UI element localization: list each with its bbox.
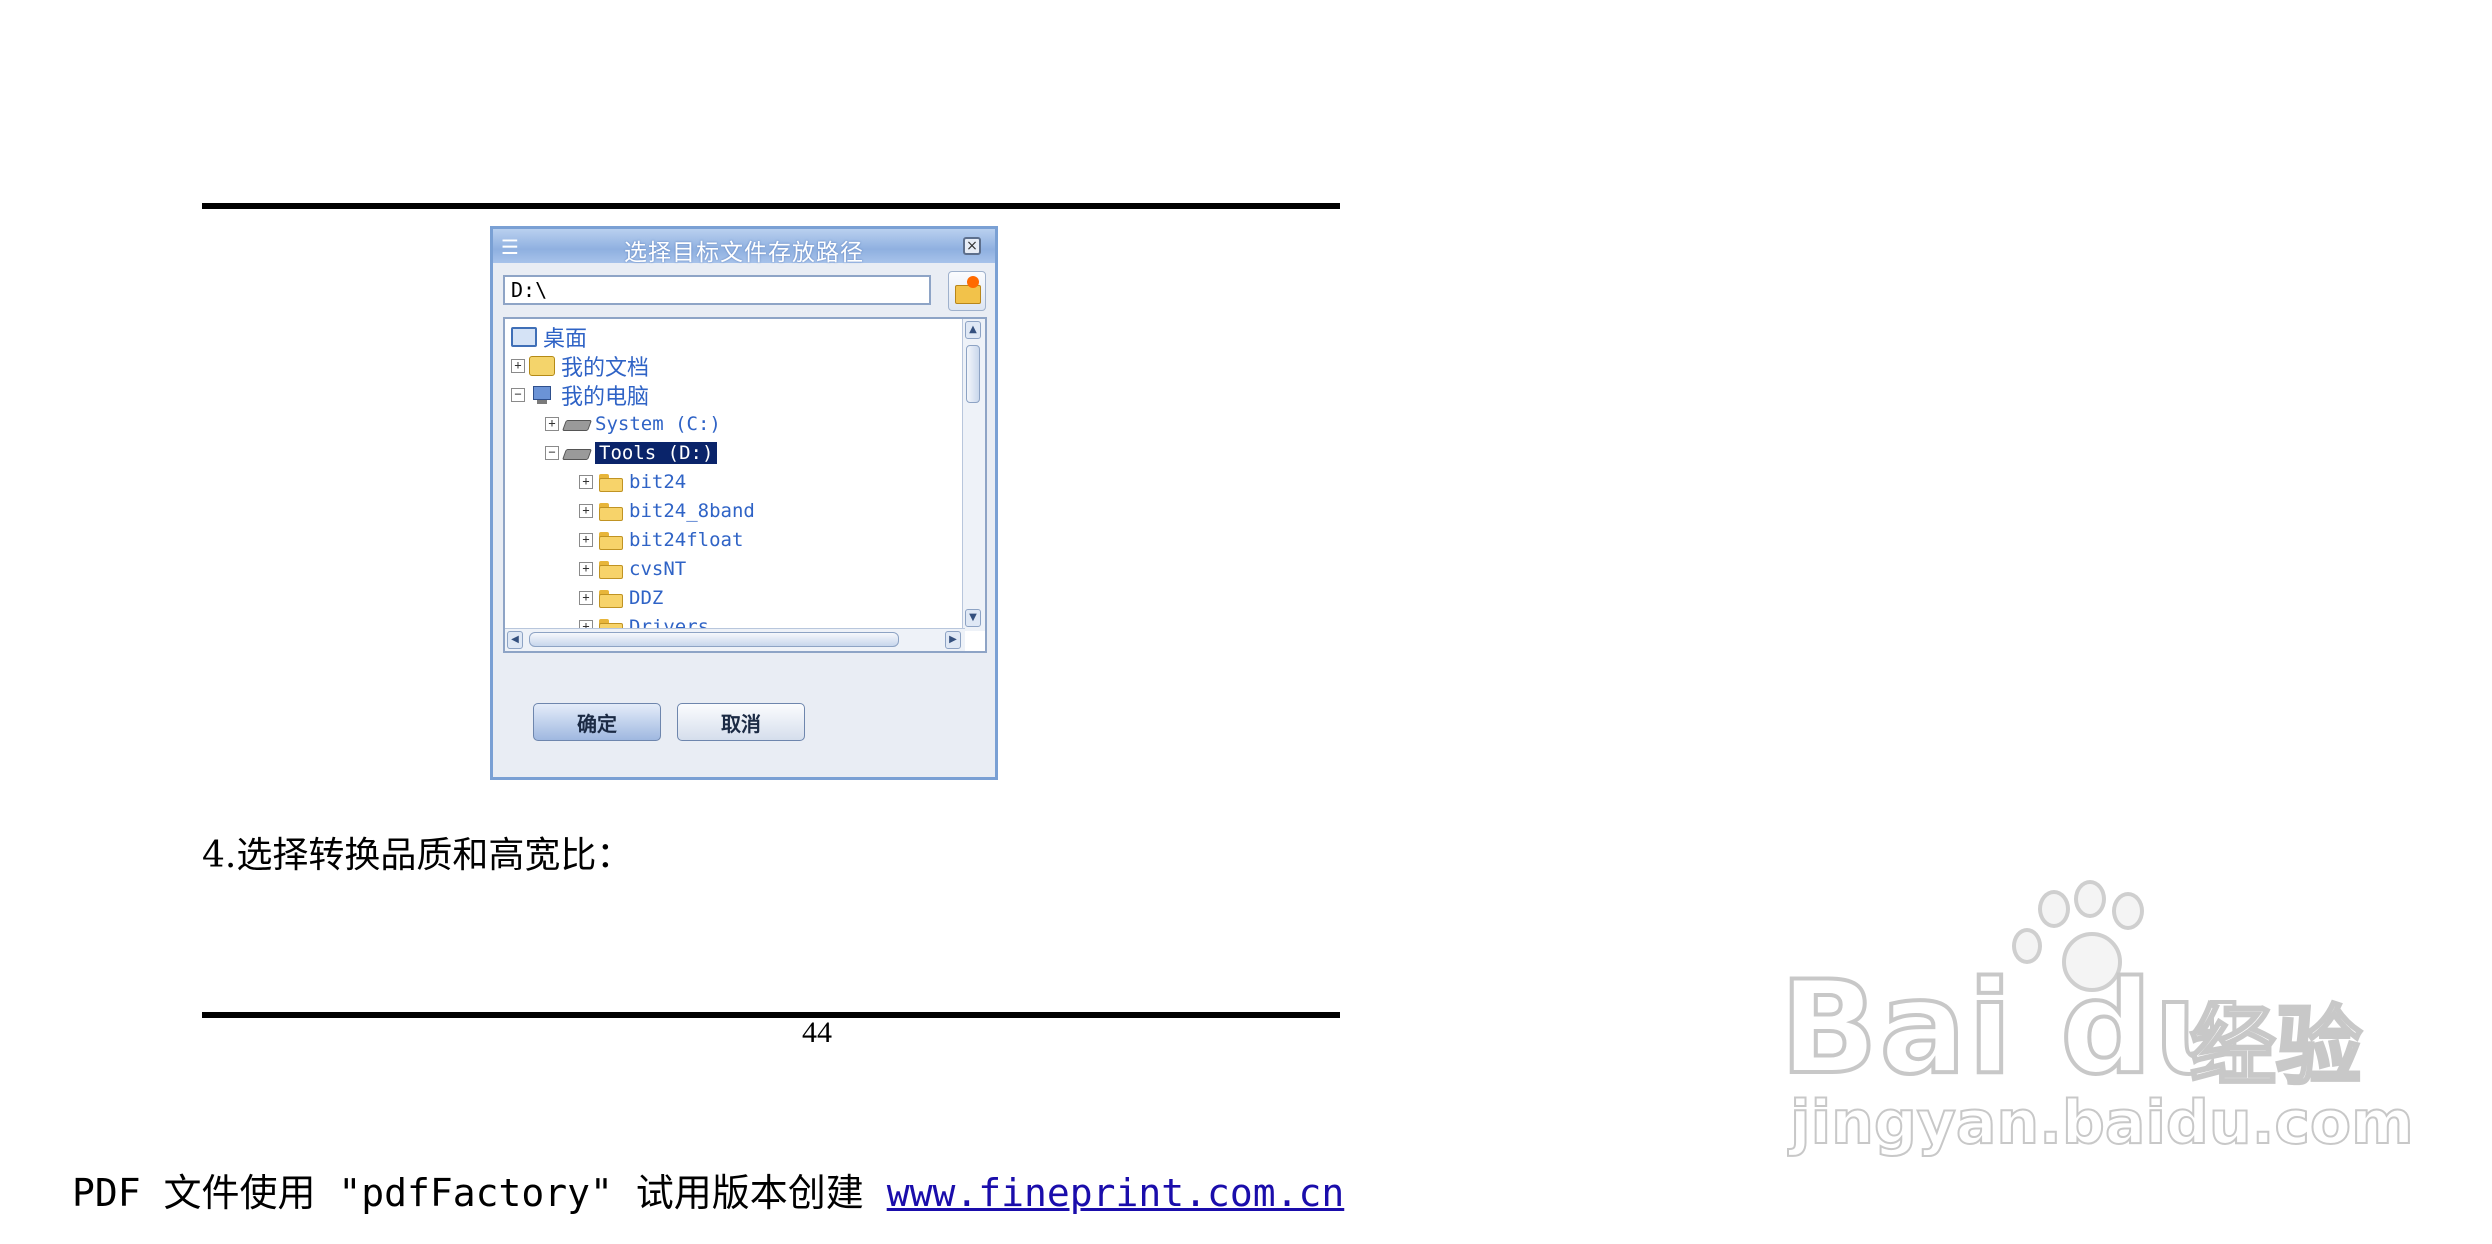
desktop-icon: [511, 327, 537, 347]
scroll-down-icon[interactable]: ▼: [965, 609, 981, 627]
collapse-icon[interactable]: −: [511, 388, 525, 402]
tree-item-label: bit24float: [629, 529, 744, 551]
expand-icon[interactable]: +: [579, 562, 593, 576]
footer-text: PDF 文件使用 "pdfFactory" 试用版本创建: [72, 1171, 887, 1215]
watermark-brand: Bai du: [1778, 952, 2248, 1105]
horizontal-scroll-thumb[interactable]: [529, 632, 899, 647]
documents-icon: [529, 356, 555, 376]
tree-item-folder[interactable]: + bit24: [579, 468, 686, 496]
scroll-up-icon[interactable]: ▲: [965, 321, 981, 339]
folder-icon: [597, 588, 623, 608]
folder-icon: [597, 530, 623, 550]
tree-item-label: 我的文档: [561, 356, 650, 381]
drive-icon: [563, 443, 589, 463]
step-instruction: 4.选择转换品质和高宽比：: [202, 835, 633, 876]
close-icon[interactable]: ×: [963, 237, 981, 255]
expand-icon[interactable]: +: [545, 417, 559, 431]
dialog-title: 选择目标文件存放路径: [624, 240, 864, 266]
tree-item-tools-d[interactable]: − Tools (D:): [545, 439, 718, 467]
tree-item-label: 我的电脑: [561, 385, 650, 410]
scroll-left-icon[interactable]: ◀: [507, 631, 523, 649]
tree-item-folder[interactable]: + cvsNT: [579, 555, 686, 583]
drive-icon: [563, 414, 589, 434]
expand-icon[interactable]: +: [579, 504, 593, 518]
tree-item-label: bit24_8band: [629, 500, 755, 522]
watermark-domain: jingyan.baidu.com: [1789, 1087, 2415, 1159]
tree-item-label: DDZ: [629, 587, 664, 609]
pdf-footer: PDF 文件使用 "pdfFactory" 试用版本创建 www.finepri…: [72, 1162, 1344, 1217]
header-rule: [202, 203, 1340, 209]
path-input[interactable]: D:\: [503, 275, 931, 305]
page-number: 44: [802, 1016, 832, 1049]
tree-item-label-selected: Tools (D:): [595, 442, 718, 464]
vertical-scrollbar[interactable]: ▲ ▼: [962, 319, 985, 631]
collapse-icon[interactable]: −: [545, 446, 559, 460]
watermark-jingyan: 经验: [2189, 996, 2364, 1099]
scroll-right-icon[interactable]: ▶: [945, 631, 961, 649]
tree-item-label: System (C:): [595, 413, 721, 435]
tree-item-label: 桌面: [543, 327, 588, 352]
select-folder-dialog: ☰ 选择目标文件存放路径 × D:\ 桌面 + 我的文档 − 我的电脑 + Sy…: [490, 226, 998, 780]
dialog-titlebar[interactable]: ☰ 选择目标文件存放路径 ×: [493, 229, 995, 266]
baidu-jingyan-watermark: Bai du 经验 jingyan.baidu.com: [1778, 880, 2415, 1160]
expand-icon[interactable]: +: [579, 591, 593, 605]
expand-icon[interactable]: +: [511, 359, 525, 373]
tree-item-my-documents[interactable]: + 我的文档: [511, 352, 650, 381]
tree-item-folder[interactable]: + bit24_8band: [579, 497, 755, 525]
folder-icon: [597, 501, 623, 521]
tree-item-folder[interactable]: + bit24float: [579, 526, 743, 554]
ok-button[interactable]: 确定: [533, 703, 661, 741]
tree-item-label: cvsNT: [629, 558, 687, 580]
fineprint-link[interactable]: www.fineprint.com.cn: [887, 1171, 1345, 1215]
tree-item-label: bit24: [629, 471, 687, 493]
expand-icon[interactable]: +: [579, 533, 593, 547]
new-folder-button[interactable]: [948, 271, 986, 311]
tree-item-system-c[interactable]: + System (C:): [545, 410, 721, 438]
horizontal-scrollbar[interactable]: ◀ ▶: [505, 628, 965, 651]
footer-rule: [202, 1012, 1340, 1018]
folder-icon: [597, 472, 623, 492]
tree-item-folder[interactable]: + DDZ: [579, 584, 663, 612]
vertical-scroll-thumb[interactable]: [966, 345, 980, 403]
folder-icon: [597, 559, 623, 579]
folder-icon: [955, 285, 981, 304]
new-badge-icon: [967, 276, 979, 288]
folder-tree[interactable]: 桌面 + 我的文档 − 我的电脑 + System (C:) − Tools (…: [503, 317, 987, 653]
system-menu-icon[interactable]: ☰: [501, 235, 519, 259]
computer-icon: [529, 385, 555, 405]
expand-icon[interactable]: +: [579, 475, 593, 489]
tree-item-desktop[interactable]: 桌面: [511, 323, 588, 352]
tree-item-my-computer[interactable]: − 我的电脑: [511, 381, 650, 410]
cancel-button[interactable]: 取消: [677, 703, 805, 741]
